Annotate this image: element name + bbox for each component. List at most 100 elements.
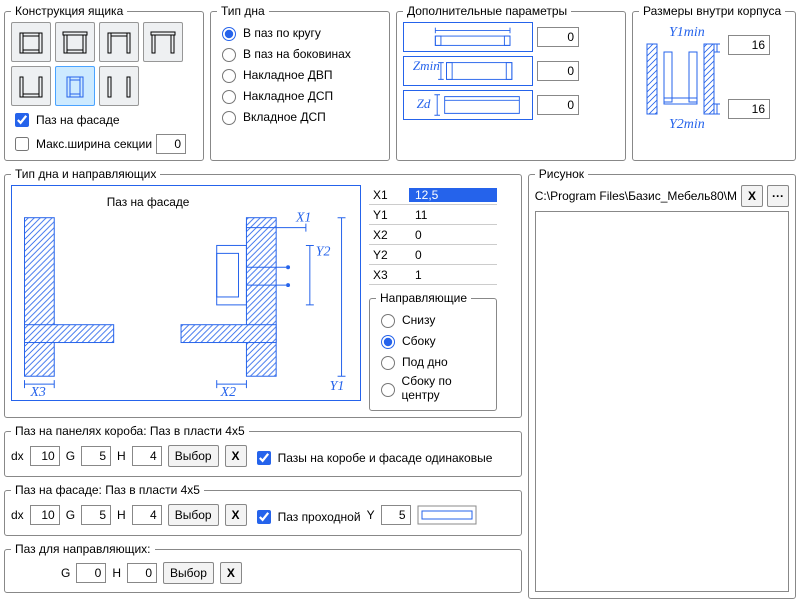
- bottom-radio-0[interactable]: [222, 27, 236, 41]
- panels-dx-input[interactable]: [30, 446, 60, 466]
- svg-text:Паз на фасаде: Паз на фасаде: [107, 195, 190, 209]
- param-zd-input[interactable]: [537, 95, 579, 115]
- x1-label: X1: [369, 188, 409, 202]
- fasade-h-input[interactable]: [132, 505, 162, 525]
- fasade-mini-diagram: [417, 505, 477, 525]
- same-paz-label: Пазы на коробе и фасаде одинаковые: [278, 451, 493, 465]
- fasade-y-input[interactable]: [381, 505, 411, 525]
- guide-radio-2[interactable]: [381, 356, 395, 370]
- type-guides-diagram: Паз на фасаде X1: [11, 185, 361, 401]
- bottom-radio-4[interactable]: [222, 111, 236, 125]
- group-body-title: Размеры внутри корпуса: [639, 4, 785, 18]
- guides-h-input[interactable]: [127, 563, 157, 583]
- bottom-radio-2[interactable]: [222, 69, 236, 83]
- fasade-dx-input[interactable]: [30, 505, 60, 525]
- y2-label: Y2: [369, 248, 409, 262]
- x1-value[interactable]: 12,5: [409, 188, 497, 202]
- paz-panels-title: Паз на панелях короба: Паз в пласти 4x5: [11, 424, 249, 438]
- picture-browse-button[interactable]: ···: [767, 185, 789, 207]
- param-zd-diagram: Zd: [403, 90, 533, 120]
- bottom-label-0: В паз по кругу: [243, 26, 321, 40]
- group-construction: Конструкция ящика Паз на фасаде Макс.шир…: [4, 4, 204, 161]
- through-label: Паз проходной: [278, 510, 361, 524]
- x3-value[interactable]: 1: [409, 268, 497, 282]
- paz-fasade-checkbox[interactable]: [15, 113, 29, 127]
- body-size-diagram: Y1min Y2min: [639, 22, 724, 132]
- group-paz-guides: Паз для направляющих: G H Выбор X: [4, 542, 522, 593]
- param-x-diagram: [403, 22, 533, 52]
- bottom-radio-3[interactable]: [222, 90, 236, 104]
- x2-value[interactable]: 0: [409, 228, 497, 242]
- svg-text:Y1min: Y1min: [669, 25, 705, 40]
- construction-icon-1[interactable]: [11, 22, 51, 62]
- group-body-size: Размеры внутри корпуса Y1min Y2min: [632, 4, 796, 161]
- bottom-radio-1[interactable]: [222, 48, 236, 62]
- fasade-x-button[interactable]: X: [225, 504, 247, 526]
- g-label: G: [66, 449, 75, 463]
- fasade-choose-button[interactable]: Выбор: [168, 504, 219, 526]
- picture-path: C:\Program Files\Базис_Мебель80\М: [535, 189, 737, 203]
- guides-group: Направляющие Снизу Сбоку Под дно Сбоку п…: [369, 291, 497, 411]
- y2min-input[interactable]: [728, 99, 770, 119]
- construction-icons: [11, 22, 197, 106]
- svg-text:Zd: Zd: [417, 96, 431, 111]
- max-width-row: Макс.ширина секции: [11, 134, 197, 154]
- construction-icon-3[interactable]: [99, 22, 139, 62]
- dx-label: dx: [11, 449, 24, 463]
- guide-radio-3[interactable]: [381, 383, 395, 397]
- through-checkbox[interactable]: [257, 510, 271, 524]
- construction-icon-4[interactable]: [143, 22, 183, 62]
- x2-label: X2: [369, 228, 409, 242]
- paz-fasade-label: Паз на фасаде: [36, 113, 120, 127]
- panels-choose-button[interactable]: Выбор: [168, 445, 219, 467]
- svg-text:Y2: Y2: [316, 244, 331, 259]
- max-width-label: Макс.ширина секции: [36, 137, 152, 151]
- guide-radio-0[interactable]: [381, 314, 395, 328]
- same-paz-checkbox[interactable]: [257, 451, 271, 465]
- guides-choose-button[interactable]: Выбор: [163, 562, 214, 584]
- guide-label-3: Сбоку по центру: [402, 374, 490, 402]
- panels-g-input[interactable]: [81, 446, 111, 466]
- guide-radio-1[interactable]: [381, 335, 395, 349]
- guide-label-1: Сбоку: [402, 334, 436, 348]
- group-bottom-type: Тип дна В паз по кругу В паз на боковина…: [210, 4, 390, 161]
- group-bottom-type-title: Тип дна: [217, 4, 269, 18]
- picture-x-button[interactable]: X: [741, 185, 763, 207]
- group-extra-params: Дополнительные параметры Zmin Zd: [396, 4, 626, 161]
- svg-text:X3: X3: [29, 385, 45, 400]
- guides-g-input[interactable]: [76, 563, 106, 583]
- guide-label-0: Снизу: [402, 313, 435, 327]
- fasade-g-input[interactable]: [81, 505, 111, 525]
- paz-fasade-checkbox-row: Паз на фасаде: [11, 110, 197, 130]
- y1min-input[interactable]: [728, 35, 770, 55]
- construction-icon-2[interactable]: [55, 22, 95, 62]
- construction-icon-6[interactable]: [55, 66, 95, 106]
- y1-label: Y1: [369, 208, 409, 222]
- group-paz-panels: Паз на панелях короба: Паз в пласти 4x5 …: [4, 424, 522, 477]
- construction-icon-5[interactable]: [11, 66, 51, 106]
- h-label: H: [117, 449, 126, 463]
- group-paz-fasade: Паз на фасаде: Паз в пласти 4x5 dx G H В…: [4, 483, 522, 536]
- max-width-input[interactable]: [156, 134, 186, 154]
- max-width-checkbox[interactable]: [15, 137, 29, 151]
- guides-x-button[interactable]: X: [220, 562, 242, 584]
- construction-icon-7[interactable]: [99, 66, 139, 106]
- guides-title: Направляющие: [376, 291, 471, 305]
- svg-text:Zmin: Zmin: [413, 58, 440, 73]
- group-type-guides: Тип дна и направляющих Паз на фасаде: [4, 167, 522, 418]
- svg-text:Y1: Y1: [330, 379, 345, 394]
- panels-h-input[interactable]: [132, 446, 162, 466]
- guide-label-2: Под дно: [402, 355, 448, 369]
- y2-value[interactable]: 0: [409, 248, 497, 262]
- param-zmin-diagram: Zmin: [403, 56, 533, 86]
- bottom-label-2: Накладное ДВП: [243, 68, 332, 82]
- panels-x-button[interactable]: X: [225, 445, 247, 467]
- param-x-input[interactable]: [537, 27, 579, 47]
- bottom-label-1: В паз на боковинах: [243, 47, 351, 61]
- param-zmin-input[interactable]: [537, 61, 579, 81]
- svg-text:Y2min: Y2min: [669, 117, 705, 132]
- svg-text:X1: X1: [295, 211, 311, 226]
- y1-value[interactable]: 11: [409, 208, 497, 222]
- picture-title: Рисунок: [535, 167, 588, 181]
- paz-fasade-group-title: Паз на фасаде: Паз в пласти 4x5: [11, 483, 204, 497]
